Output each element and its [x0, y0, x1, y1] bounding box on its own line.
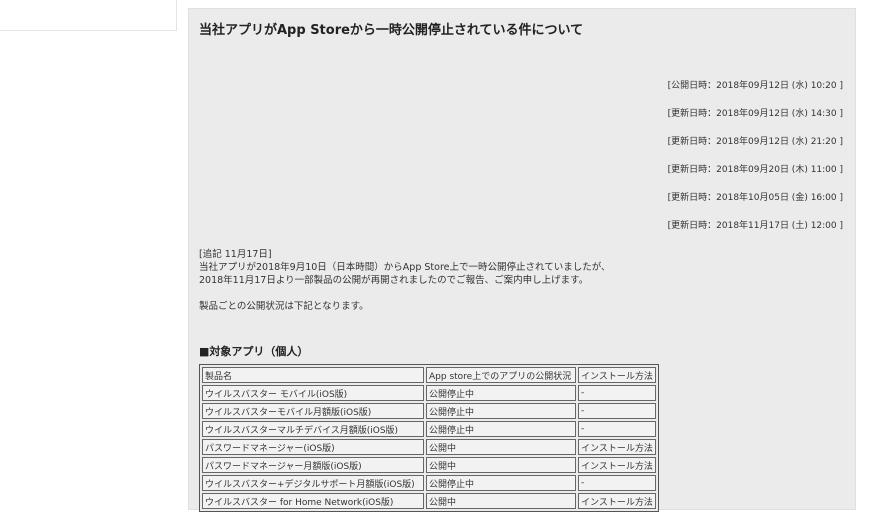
status: 公開中: [426, 457, 576, 473]
table-row: パスワードマネージャー(iOS版) 公開中 インストール方法: [202, 439, 656, 455]
updated-date: [更新日時：2018年09月20日 (木) 11:00 ]: [667, 165, 843, 175]
section-title: ■対象アプリ（個人）: [199, 345, 309, 358]
install: -: [578, 421, 656, 437]
product-name: ウイルスバスターマルチデバイス月額版(iOS版): [202, 421, 424, 437]
product-name: パスワードマネージャー(iOS版): [202, 439, 424, 455]
install-link[interactable]: インストール方法: [578, 439, 656, 455]
table-row: パスワードマネージャー月額版(iOS版) 公開中 インストール方法: [202, 457, 656, 473]
notice-line: 2018年11月17日より一部製品の公開が再開されましたのでご報告、ご案内申し上…: [199, 275, 589, 286]
status: 公開停止中: [426, 421, 576, 437]
status: 公開中: [426, 439, 576, 455]
install-link[interactable]: インストール方法: [578, 457, 656, 473]
updated-date: [更新日時：2018年11月17日 (土) 12:00 ]: [667, 221, 843, 231]
product-name: ウイルスバスター for Home Network(iOS版): [202, 493, 424, 509]
published-date: [公開日時：2018年09月12日 (水) 10:20 ]: [667, 81, 843, 91]
table-row: ウイルスバスターモバイル月額版(iOS版) 公開停止中 -: [202, 403, 656, 419]
notice-line: 製品ごとの公開状況は下記となります。: [199, 301, 369, 312]
header-install: インストール方法: [578, 367, 656, 383]
product-name: ウイルスバスター+デジタルサポート月額版(iOS版): [202, 475, 424, 491]
notice-text: [追記 11月17日] 当社アプリが2018年9月10日（日本時間）からApp …: [199, 248, 611, 313]
install-link[interactable]: インストール方法: [578, 493, 656, 509]
updated-date: [更新日時：2018年09月12日 (水) 21:20 ]: [667, 137, 843, 147]
install: -: [578, 403, 656, 419]
left-sidebar-box: [0, 0, 177, 31]
product-name: パスワードマネージャー月額版(iOS版): [202, 457, 424, 473]
updated-date: [更新日時：2018年09月12日 (水) 14:30 ]: [667, 109, 843, 119]
install: -: [578, 385, 656, 401]
status: 公開停止中: [426, 385, 576, 401]
updated-date: [更新日時：2018年10月05日 (金) 16:00 ]: [667, 193, 843, 203]
date-list: [公開日時：2018年09月12日 (水) 10:20 ] [更新日時：2018…: [668, 79, 843, 247]
table-header-row: 製品名 App store上でのアプリの公開状況 インストール方法: [202, 367, 656, 383]
product-name: ウイルスバスター モバイル(iOS版): [202, 385, 424, 401]
page-title: 当社アプリがApp Storeから一時公開停止されている件について: [199, 23, 584, 38]
status: 公開停止中: [426, 403, 576, 419]
table-row: ウイルスバスター モバイル(iOS版) 公開停止中 -: [202, 385, 656, 401]
table-row: ウイルスバスター+デジタルサポート月額版(iOS版) 公開停止中 -: [202, 475, 656, 491]
status: 公開停止中: [426, 475, 576, 491]
status: 公開中: [426, 493, 576, 509]
addendum-label: [追記 11月17日]: [199, 249, 272, 260]
table-row: ウイルスバスターマルチデバイス月額版(iOS版) 公開停止中 -: [202, 421, 656, 437]
header-product-name: 製品名: [202, 367, 424, 383]
product-name: ウイルスバスターモバイル月額版(iOS版): [202, 403, 424, 419]
notice-line: 当社アプリが2018年9月10日（日本時間）からApp Store上で一時公開停…: [199, 262, 611, 273]
target-apps-table: 製品名 App store上でのアプリの公開状況 インストール方法 ウイルスバス…: [199, 364, 659, 512]
table-row: ウイルスバスター for Home Network(iOS版) 公開中 インスト…: [202, 493, 656, 509]
article-panel: 当社アプリがApp Storeから一時公開停止されている件について [公開日時：…: [188, 8, 856, 512]
install: -: [578, 475, 656, 491]
header-status: App store上でのアプリの公開状況: [426, 367, 576, 383]
